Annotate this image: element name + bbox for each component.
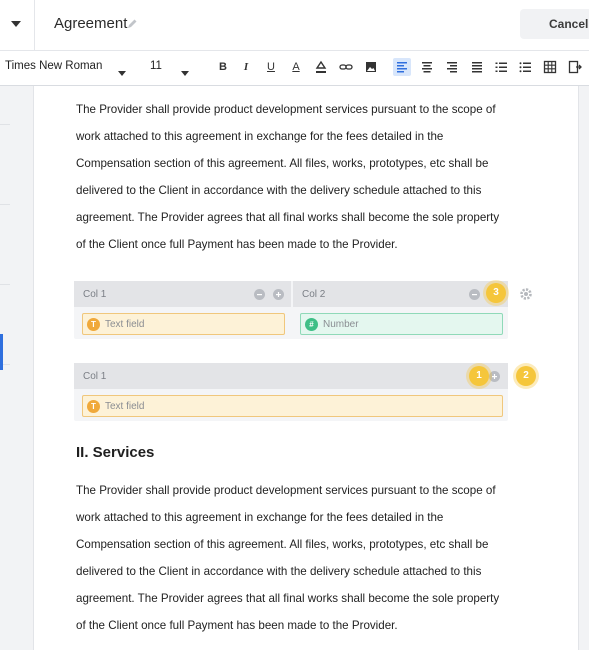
text-field[interactable]: T Text field [82, 395, 503, 417]
step-badge-1[interactable]: 1 [469, 366, 489, 386]
gutter-divider [0, 284, 10, 285]
pencil-icon[interactable] [126, 17, 138, 29]
text-line: agreement. The Provider agrees that all … [76, 592, 500, 605]
remove-column-icon[interactable] [469, 289, 480, 300]
chevron-down-icon[interactable] [118, 64, 126, 76]
align-right-icon[interactable] [443, 58, 461, 76]
justify-icon[interactable] [468, 58, 486, 76]
section-heading[interactable]: II. Services [76, 444, 154, 461]
insert-field-icon[interactable] [566, 58, 584, 76]
active-marker [0, 334, 3, 370]
chevron-down-icon[interactable] [181, 64, 189, 76]
font-family-select[interactable]: Times New Roman [5, 60, 102, 72]
text-field-icon: T [87, 318, 100, 331]
highlight-icon[interactable] [312, 58, 330, 76]
column-label: Col 1 [83, 371, 107, 382]
underline-button[interactable]: U [262, 58, 280, 76]
text-line: work attached to this agreement in excha… [76, 511, 444, 524]
text-line: work attached to this agreement in excha… [76, 130, 444, 143]
chevron-down-icon[interactable] [10, 18, 22, 30]
text-line: of the Client once full Payment has been… [76, 238, 398, 251]
formatting-toolbar: Times New Roman 11 B I U A [0, 51, 589, 86]
text-field[interactable]: T Text field [82, 313, 285, 335]
number-field-icon: # [305, 318, 318, 331]
text-line: delivered to the Client in accordance wi… [76, 184, 482, 197]
text-field-placeholder: Text field [105, 401, 145, 412]
text-color-button[interactable]: A [287, 58, 305, 76]
align-left-icon[interactable] [393, 58, 411, 76]
step-badge-3[interactable]: 3 [486, 283, 506, 303]
editor-header: Agreement Cancel [0, 0, 589, 51]
text-line: agreement. The Provider agrees that all … [76, 211, 500, 224]
link-icon[interactable] [337, 58, 355, 76]
text-line: Compensation section of this agreement. … [76, 157, 489, 170]
paragraph-2[interactable]: The Provider shall provide product devel… [76, 477, 556, 639]
italic-button[interactable]: I [237, 58, 255, 76]
step-badge-2[interactable]: 2 [516, 366, 536, 386]
text-line: delivered to the Client in accordance wi… [76, 565, 482, 578]
image-icon[interactable] [362, 58, 380, 76]
add-column-icon[interactable] [273, 289, 284, 300]
bold-button[interactable]: B [214, 58, 232, 76]
gutter-divider [0, 204, 10, 205]
column-label: Col 2 [302, 289, 326, 300]
align-center-icon[interactable] [418, 58, 436, 76]
table-row-block[interactable]: Col 1 Col 2 T Text field # Number [74, 281, 508, 339]
add-column-icon[interactable] [489, 371, 500, 382]
column-label: Col 1 [83, 289, 107, 300]
font-size-select[interactable]: 11 [150, 60, 162, 72]
text-field-icon: T [87, 400, 100, 413]
remove-column-icon[interactable] [254, 289, 265, 300]
text-line: The Provider shall provide product devel… [76, 103, 496, 116]
document-title[interactable]: Agreement [54, 15, 127, 32]
text-field-placeholder: Text field [105, 319, 145, 330]
left-gutter [0, 86, 33, 650]
text-line: of the Client once full Payment has been… [76, 619, 398, 632]
gutter-divider [0, 124, 10, 125]
column-header[interactable]: Col 2 [293, 281, 508, 307]
document-page[interactable]: The Provider shall provide product devel… [33, 86, 579, 650]
number-field[interactable]: # Number [300, 313, 503, 335]
bullet-list-icon[interactable] [516, 58, 534, 76]
cancel-button[interactable]: Cancel [520, 9, 589, 39]
table-row-block[interactable]: Col 1 T Text field [74, 363, 508, 421]
column-header[interactable]: Col 1 [74, 363, 508, 389]
column-header[interactable]: Col 1 [74, 281, 291, 307]
text-line: The Provider shall provide product devel… [76, 484, 496, 497]
text-line: Compensation section of this agreement. … [76, 538, 489, 551]
ordered-list-icon[interactable] [492, 58, 510, 76]
table-icon[interactable] [541, 58, 559, 76]
number-field-placeholder: Number [323, 319, 359, 330]
gear-icon[interactable] [519, 287, 533, 301]
header-divider [34, 0, 35, 50]
paragraph-1[interactable]: The Provider shall provide product devel… [76, 96, 556, 258]
